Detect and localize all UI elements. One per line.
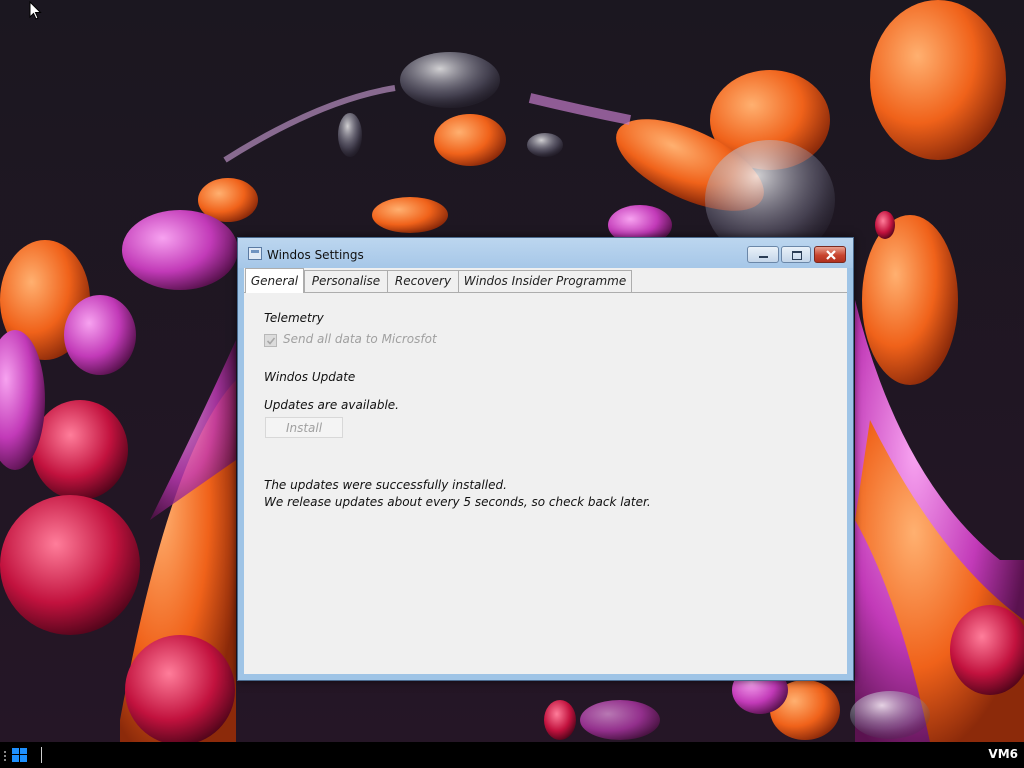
window-title: Windos Settings (267, 248, 364, 262)
machine-label: VM6 (988, 747, 1018, 761)
desktop: Windos Settings General Personalise Reco… (0, 0, 1024, 742)
tab-label: Personalise (311, 274, 381, 288)
maximize-button[interactable] (781, 246, 811, 263)
update-status-text: Updates are available. (264, 398, 399, 412)
update-message-line1: The updates were successfully installed. (264, 478, 507, 492)
title-bar[interactable]: Windos Settings (238, 238, 853, 268)
windos-update-heading: Windos Update (264, 370, 356, 384)
send-data-checkbox[interactable] (264, 334, 277, 347)
send-data-label: Send all data to Microsfot (283, 332, 437, 346)
tab-personalise[interactable]: Personalise (304, 270, 388, 292)
update-message-line2: We release updates about every 5 seconds… (264, 495, 651, 509)
windows-start-icon[interactable] (4, 746, 32, 764)
telemetry-heading: Telemetry (264, 311, 324, 325)
close-button[interactable] (814, 246, 846, 263)
tab-recovery[interactable]: Recovery (387, 270, 459, 292)
tab-label: Recovery (394, 274, 452, 288)
tab-windos-insider-programme[interactable]: Windos Insider Programme (458, 270, 632, 292)
taskbar: VM6 (0, 742, 1024, 768)
mouse-cursor-icon (29, 1, 42, 20)
taskbar-divider (41, 747, 42, 763)
settings-window: Windos Settings General Personalise Reco… (237, 237, 854, 681)
tab-general[interactable]: General (245, 268, 304, 293)
checkmark-icon (266, 337, 276, 345)
settings-app-icon (248, 247, 262, 260)
tab-label: General (250, 274, 299, 288)
window-client-area: General Personalise Recovery Windos Insi… (244, 268, 847, 674)
tab-label: Windos Insider Programme (463, 274, 627, 288)
close-icon (826, 250, 836, 260)
minimize-button[interactable] (747, 246, 779, 263)
install-button[interactable]: Install (265, 417, 343, 438)
tab-strip-border (244, 292, 847, 293)
